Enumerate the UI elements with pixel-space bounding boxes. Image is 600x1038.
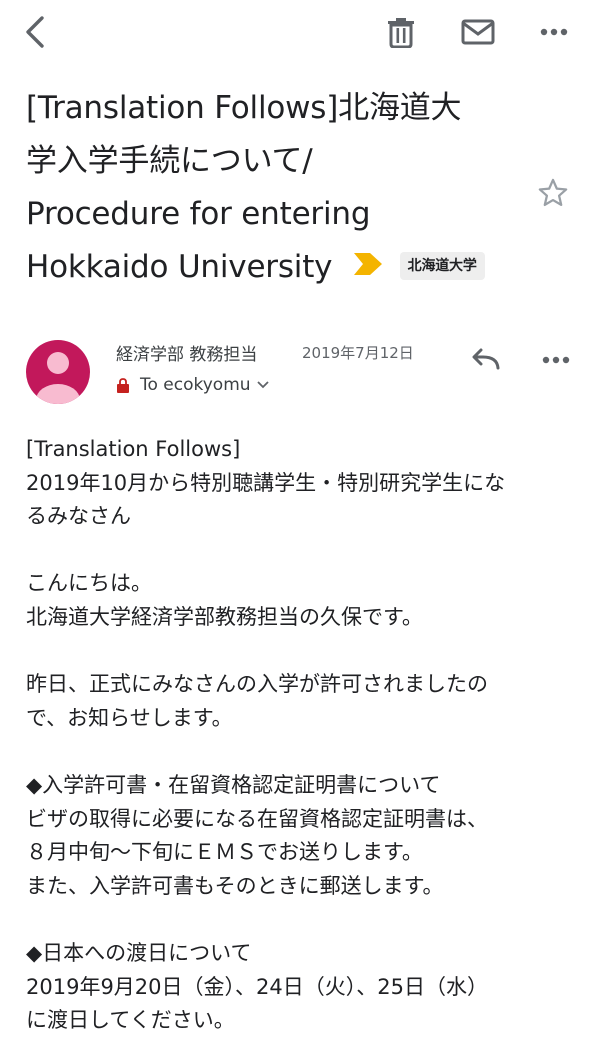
message-date: 2019年7月12日: [302, 344, 414, 362]
body-line: 昨日、正式にみなさんの入学が許可されましたの: [26, 672, 488, 697]
chevron-down-icon: [256, 381, 269, 389]
star-icon: [538, 178, 568, 207]
lock-icon: [116, 377, 130, 394]
body-line: 北海道大学経済学部教務担当の久保です。: [26, 604, 423, 629]
more-horizontal-icon: [542, 356, 570, 364]
recipient-toggle[interactable]: To ecokyomu: [116, 375, 269, 395]
label-chip[interactable]: 北海道大学: [399, 251, 485, 280]
body-line: [26, 735, 586, 769]
email-body: [Translation Follows] 2019年10月から特別聴講学生・特…: [26, 433, 586, 1038]
top-toolbar: [0, 0, 600, 66]
body-line: ビザの取得に必要になる在留資格認定証明書は、: [26, 806, 488, 831]
body-line: ８月中旬〜下旬にＥＭＳでお送りします。: [26, 840, 423, 865]
more-options-button[interactable]: [534, 12, 574, 52]
back-arrow-icon: [26, 16, 44, 48]
body-line: ◆入学許可書・在留資格認定証明書について: [26, 772, 441, 797]
body-line: で、お知らせします。: [26, 705, 233, 730]
subject-last-row: Hokkaido University 北海道大学: [26, 241, 496, 294]
subject-line: Hokkaido University: [26, 249, 333, 285]
email-subject: [Translation Follows]北海道大 学入学手続について/ Pro…: [26, 82, 496, 294]
body-line: 2019年10月から特別聴講学生・特別研究学生にな: [26, 470, 506, 495]
body-line: また、入学許可書もそのときに郵送します。: [26, 873, 444, 898]
body-line: ◆日本への渡日について: [26, 940, 252, 965]
importance-marker-icon[interactable]: [353, 239, 382, 292]
avatar[interactable]: [26, 340, 90, 404]
person-icon: [36, 352, 80, 404]
recipient-text: To ecokyomu: [140, 375, 251, 395]
message-more-button[interactable]: [534, 340, 578, 380]
subject-line: Procedure for entering: [26, 196, 371, 232]
body-line: に渡日してください。: [26, 1008, 235, 1033]
subject-line: [Translation Follows]北海道大: [26, 90, 462, 126]
body-line: [26, 534, 586, 568]
sender-name[interactable]: 経済学部 教務担当: [116, 340, 257, 365]
body-line: [26, 635, 586, 669]
body-line: るみなさん: [26, 504, 131, 529]
body-line: こんにちは。: [26, 571, 152, 596]
mail-icon: [461, 19, 495, 45]
reply-icon: [472, 348, 500, 370]
back-button[interactable]: [16, 12, 56, 52]
body-line: [Translation Follows]: [26, 437, 241, 461]
subject-line: 学入学手続について/: [26, 143, 313, 179]
star-button[interactable]: [536, 176, 576, 216]
body-line: 2019年9月20日（金）、24日（火）、25日（水）: [26, 974, 488, 999]
trash-icon: [388, 18, 414, 48]
reply-button[interactable]: [463, 340, 507, 380]
mark-unread-button[interactable]: [458, 12, 498, 52]
delete-button[interactable]: [381, 12, 421, 52]
body-line: [26, 903, 586, 937]
more-horizontal-icon: [540, 28, 568, 36]
